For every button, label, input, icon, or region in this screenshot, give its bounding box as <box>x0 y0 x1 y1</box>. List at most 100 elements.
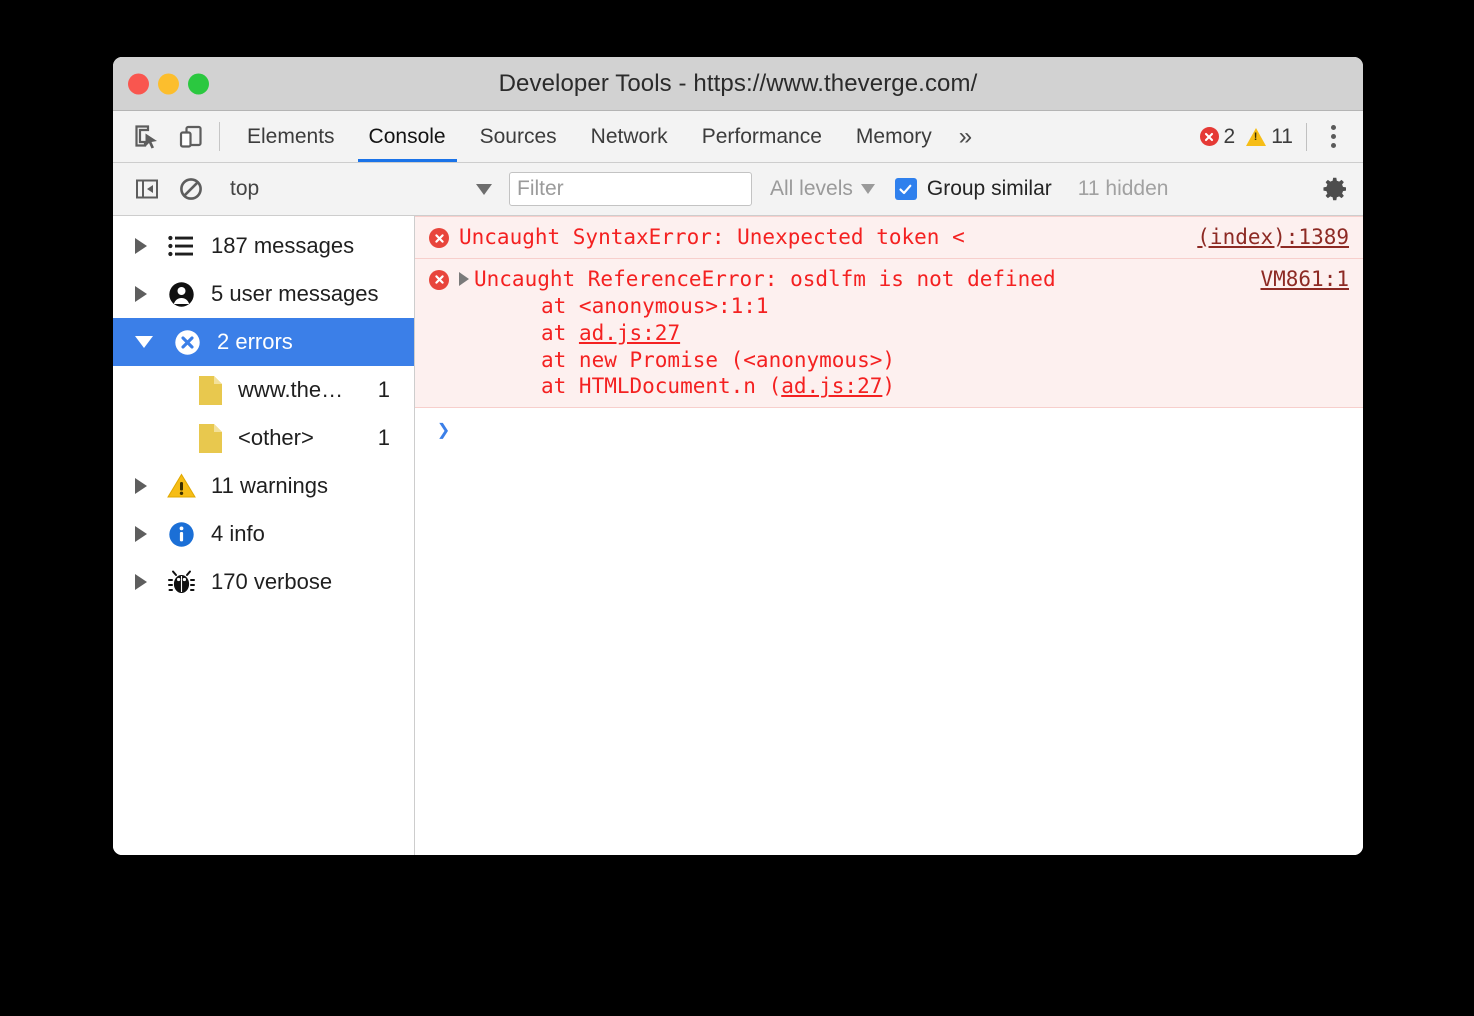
stack-frame-2-link[interactable]: ad.js:27 <box>579 321 680 345</box>
sidebar-item-label-3: 2 errors <box>217 329 293 355</box>
prompt-chevron-icon: ❯ <box>437 418 450 443</box>
chevron-down-icon-2 <box>861 184 875 194</box>
log-level-value: All levels <box>770 177 853 201</box>
more-tabs-chevron-icon[interactable]: » <box>949 111 986 162</box>
console-sidebar: 187 messages 5 user messages <box>113 216 415 855</box>
disclosure-triangle-icon-4[interactable] <box>135 526 147 542</box>
error-icon-4 <box>429 270 449 290</box>
maximize-window-button[interactable] <box>188 73 209 94</box>
console-body: 187 messages 5 user messages <box>113 216 1363 855</box>
console-message-headline-2: Uncaught ReferenceError: osdlfm is not d… <box>459 266 1363 293</box>
expand-stack-trace-triangle-icon[interactable] <box>459 272 469 286</box>
kebab-menu-icon[interactable] <box>1313 125 1353 148</box>
stack-frame-4: at HTMLDocument.n (ad.js:27) <box>459 373 1363 400</box>
tabbar-status-area: 2 11 <box>1200 111 1364 162</box>
gear-icon[interactable] <box>1307 175 1363 203</box>
warning-icon-2 <box>166 471 196 501</box>
stack-frame-3-text: at new Promise (<anonymous>) <box>541 348 895 372</box>
user-icon <box>166 279 196 309</box>
toolbar-divider <box>219 122 220 151</box>
disclosure-triangle-icon[interactable] <box>135 238 147 254</box>
group-similar-label: Group similar <box>927 177 1052 201</box>
window-titlebar: Developer Tools - https://www.theverge.c… <box>113 57 1363 111</box>
sidebar-item-info[interactable]: 4 info <box>113 510 414 558</box>
console-message-headline-1: Uncaught SyntaxError: Unexpected token <… <box>459 224 1363 251</box>
window-title: Developer Tools - https://www.theverge.c… <box>113 70 1363 98</box>
sidebar-item-label-6: 170 verbose <box>211 569 332 595</box>
stack-frame-4-text: at HTMLDocument.n ( <box>541 374 781 398</box>
error-icon <box>1200 127 1219 146</box>
stack-frame-4-link[interactable]: ad.js:27 <box>781 374 882 398</box>
console-toolbar: top All levels Group similar 11 hidden <box>113 163 1363 216</box>
disclosure-triangle-icon-3[interactable] <box>135 478 147 494</box>
sidebar-item-user-messages[interactable]: 5 user messages <box>113 270 414 318</box>
sidebar-item-label-2: 5 user messages <box>211 281 379 307</box>
sidebar-error-source-count-2: 1 <box>378 425 390 451</box>
tab-sources[interactable]: Sources <box>463 111 574 162</box>
execution-context-dropdown[interactable]: top <box>230 177 492 201</box>
disclosure-triangle-icon-5[interactable] <box>135 574 147 590</box>
traffic-light-buttons <box>128 73 209 94</box>
warning-count-value: 11 <box>1271 125 1293 149</box>
checkbox-checked-icon <box>895 178 917 200</box>
console-message-source-link-1[interactable]: (index):1389 <box>1197 224 1349 251</box>
disclosure-triangle-icon-2[interactable] <box>135 286 147 302</box>
info-icon <box>166 519 196 549</box>
console-prompt[interactable]: ❯ <box>415 408 1363 443</box>
error-count-badge[interactable]: 2 <box>1200 125 1236 149</box>
list-icon <box>166 231 196 261</box>
sidebar-error-source-label-2: <other> <box>238 425 378 451</box>
minimize-window-button[interactable] <box>158 73 179 94</box>
devtools-tabbar: Elements Console Sources Network Perform… <box>113 111 1363 163</box>
clear-console-icon[interactable] <box>169 176 213 202</box>
status-divider <box>1306 123 1307 151</box>
chevron-down-icon <box>476 184 492 195</box>
sidebar-item-label: 187 messages <box>211 233 354 259</box>
sidebar-error-source-label: www.the… <box>238 377 378 403</box>
stack-frame-4-suffix: ) <box>882 374 895 398</box>
console-message-text-1: Uncaught SyntaxError: Unexpected token < <box>459 224 1183 251</box>
console-message-body-2: Uncaught ReferenceError: osdlfm is not d… <box>459 266 1363 400</box>
sidebar-error-source-count: 1 <box>378 377 390 403</box>
stack-frame-1-text: at <anonymous>:1:1 <box>541 294 769 318</box>
tab-console[interactable]: Console <box>352 111 463 162</box>
warning-count-badge[interactable]: 11 <box>1246 125 1293 149</box>
stack-frame-2-text: at <box>541 321 579 345</box>
tab-elements[interactable]: Elements <box>230 111 352 162</box>
stack-frame-3: at new Promise (<anonymous>) <box>459 347 1363 374</box>
execution-context-value: top <box>230 177 476 201</box>
devtools-window: Developer Tools - https://www.theverge.c… <box>113 57 1363 855</box>
sidebar-error-source-1[interactable]: www.the… 1 <box>113 366 414 414</box>
sidebar-error-source-2[interactable]: <other> 1 <box>113 414 414 462</box>
sidebar-item-messages[interactable]: 187 messages <box>113 222 414 270</box>
group-similar-checkbox[interactable]: Group similar <box>895 177 1052 201</box>
stack-frame-2: at ad.js:27 <box>459 320 1363 347</box>
device-toolbar-icon[interactable] <box>169 111 213 162</box>
inspect-element-icon[interactable] <box>125 111 169 162</box>
console-message-body-1: Uncaught SyntaxError: Unexpected token <… <box>459 224 1363 251</box>
filter-input[interactable] <box>509 172 752 206</box>
sidebar-item-errors[interactable]: 2 errors <box>113 318 414 366</box>
disclosure-triangle-open-icon[interactable] <box>135 336 153 348</box>
console-message-text-2: Uncaught ReferenceError: osdlfm is not d… <box>474 266 1246 293</box>
error-count-value: 2 <box>1224 125 1236 149</box>
bug-icon <box>166 567 196 597</box>
document-icon <box>199 376 222 405</box>
log-level-dropdown[interactable]: All levels <box>770 177 875 201</box>
hidden-messages-count: 11 hidden <box>1078 177 1169 201</box>
sidebar-item-verbose[interactable]: 170 verbose <box>113 558 414 606</box>
sidebar-toggle-icon[interactable] <box>125 176 169 202</box>
sidebar-item-warnings[interactable]: 11 warnings <box>113 462 414 510</box>
console-message-error-2[interactable]: Uncaught ReferenceError: osdlfm is not d… <box>415 259 1363 408</box>
error-icon-3 <box>429 228 449 248</box>
close-window-button[interactable] <box>128 73 149 94</box>
tab-memory[interactable]: Memory <box>839 111 949 162</box>
console-output: Uncaught SyntaxError: Unexpected token <… <box>415 216 1363 855</box>
tab-network[interactable]: Network <box>574 111 685 162</box>
console-message-source-link-2[interactable]: VM861:1 <box>1260 266 1349 293</box>
console-message-error-1[interactable]: Uncaught SyntaxError: Unexpected token <… <box>415 216 1363 259</box>
sidebar-item-label-5: 4 info <box>211 521 265 547</box>
stack-frame-1: at <anonymous>:1:1 <box>459 293 1363 320</box>
tab-performance[interactable]: Performance <box>685 111 839 162</box>
sidebar-item-label-4: 11 warnings <box>211 473 328 499</box>
